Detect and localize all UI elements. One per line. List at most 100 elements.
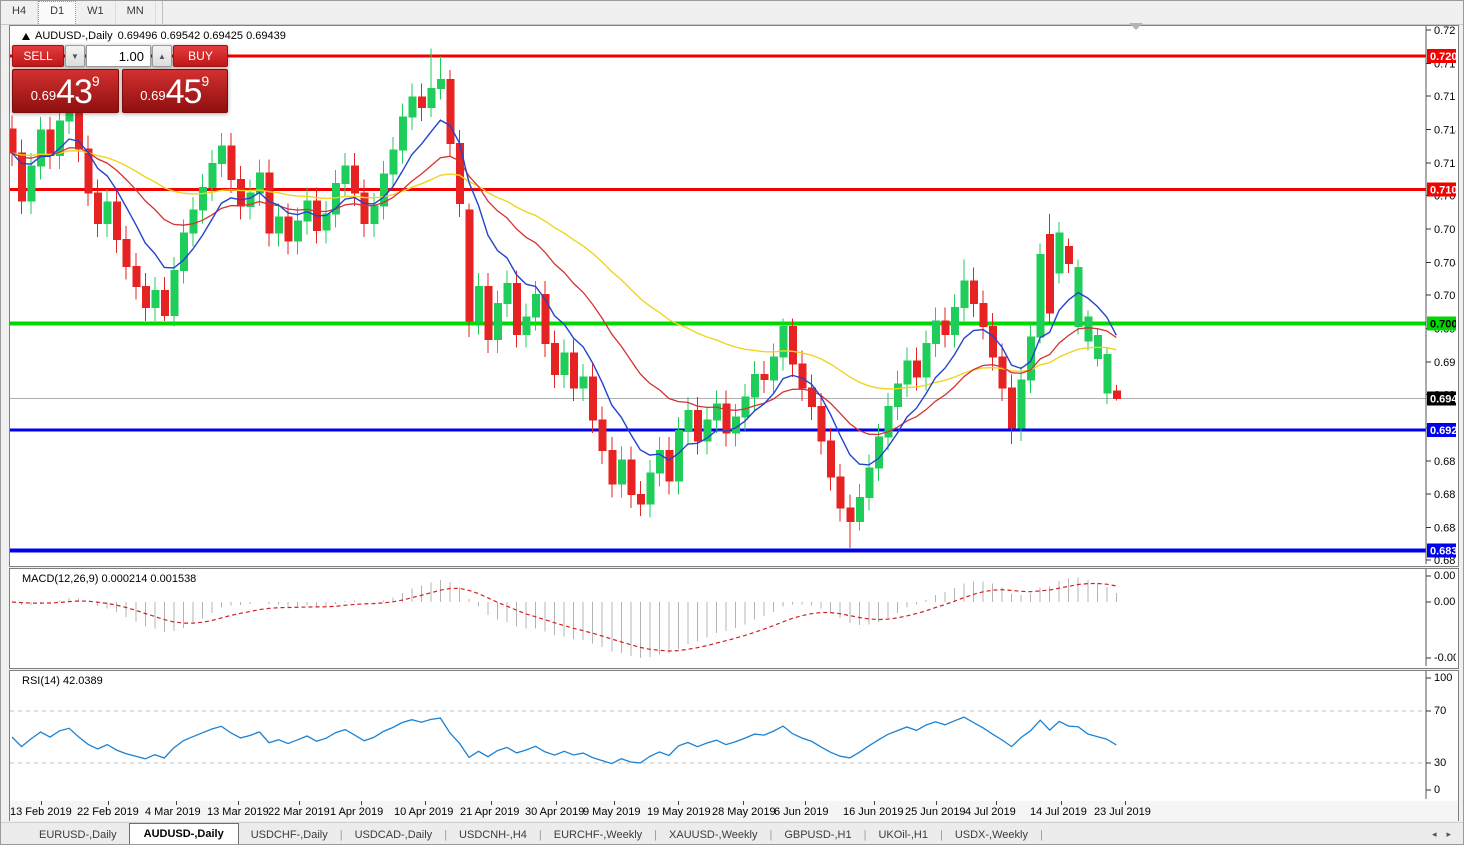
candle-body <box>171 270 178 315</box>
symbol-triangle-icon <box>22 33 30 40</box>
timeframe-mn[interactable]: MN <box>116 1 156 24</box>
candle-body <box>790 326 797 363</box>
candle-body <box>199 188 206 211</box>
rsi-tick-label: 30 <box>1434 757 1446 769</box>
candle-body <box>152 290 159 307</box>
candle-body <box>1047 234 1054 313</box>
symbol-name: AUDUSD-,Daily <box>35 30 113 42</box>
date-tick <box>1125 801 1126 805</box>
price-tick-label: 0.68475 <box>1434 522 1456 534</box>
sell-price-pip-digit: 9 <box>92 74 100 88</box>
volume-increase-button[interactable]: ▲ <box>152 45 172 67</box>
date-label: 6 Jun 2019 <box>774 806 828 818</box>
candle-body <box>628 460 635 495</box>
candle-body <box>475 286 482 321</box>
candle-body <box>38 130 45 166</box>
buy-price-fraction: 0.69 <box>140 83 165 109</box>
chart-shift-marker-icon[interactable] <box>1129 23 1143 30</box>
one-click-trade-panel: SELL ▼ 1.00 ▲ BUY 0.69439 0.69459 <box>12 45 228 113</box>
candle-body <box>47 130 54 155</box>
chart-tab-ukoil-h1[interactable]: UKOil-,H1 <box>866 825 940 845</box>
date-label: 28 May 2019 <box>712 806 776 818</box>
candle-body <box>399 117 406 150</box>
date-tick <box>743 801 744 805</box>
date-tick <box>1061 801 1062 805</box>
chart-tab-eurusd-daily[interactable]: EURUSD-,Daily <box>27 825 129 845</box>
tab-separator: | <box>1040 829 1043 845</box>
timeframe-h4[interactable]: H4 <box>1 1 38 24</box>
chart-tab-usdcad-daily[interactable]: USDCAD-,Daily <box>343 825 445 845</box>
timeframe-toolbar: H4D1W1MN <box>1 1 1464 25</box>
chart-tab-usdchf-daily[interactable]: USDCHF-,Daily <box>239 825 340 845</box>
volume-input[interactable]: 1.00 <box>86 45 151 67</box>
date-label: 13 Mar 2019 <box>207 806 269 818</box>
date-label: 14 Jul 2019 <box>1030 806 1087 818</box>
candle-body <box>218 146 225 163</box>
buy-price-button[interactable]: 0.69459 <box>122 69 229 113</box>
buy-price-big-digits: 45 <box>166 75 202 109</box>
candle-body <box>552 344 559 375</box>
candle-body <box>209 164 216 188</box>
date-tick <box>805 801 806 805</box>
chart-tab-eurchf-weekly[interactable]: EURCHF-,Weekly <box>542 825 654 845</box>
macd-tick-label: -0.005234 <box>1434 652 1456 664</box>
candle-body <box>961 281 968 308</box>
price-tick-label: 0.71705 <box>1434 91 1456 103</box>
candle-body <box>114 202 121 239</box>
date-label: 25 Jun 2019 <box>905 806 966 818</box>
sell-price-big-digits: 43 <box>56 75 92 109</box>
chart-tab-usdcnh-h4[interactable]: USDCNH-,H4 <box>447 825 539 845</box>
hline-price-label: 0.71005 <box>1430 185 1456 197</box>
tab-scroll-right-icon[interactable]: ▸ <box>1446 829 1451 840</box>
sell-button[interactable]: SELL <box>12 45 64 67</box>
rsi-line <box>12 717 1116 764</box>
date-label: 9 May 2019 <box>583 806 640 818</box>
buy-button[interactable]: BUY <box>173 45 228 67</box>
candle-body <box>1085 317 1092 341</box>
candle-body <box>580 377 587 388</box>
candle-body <box>866 468 873 497</box>
candle-body <box>142 286 149 307</box>
candle-body <box>799 364 806 388</box>
chart-tab-audusd-daily[interactable]: AUDUSD-,Daily <box>129 823 239 845</box>
candle-body <box>514 284 521 335</box>
hline-price-label: 0.68300 <box>1430 546 1456 558</box>
rsi-tick-label: 0 <box>1434 784 1440 796</box>
date-axis[interactable]: 13 Feb 201922 Feb 20194 Mar 201913 Mar 2… <box>9 801 1459 821</box>
candle-body <box>647 473 654 504</box>
candle-body <box>694 411 701 442</box>
date-tick <box>556 801 557 805</box>
volume-decrease-button[interactable]: ▼ <box>65 45 85 67</box>
date-label: 22 Feb 2019 <box>77 806 139 818</box>
candle-body <box>780 326 787 357</box>
candle-body <box>980 304 987 327</box>
date-tick <box>936 801 937 805</box>
sell-price-button[interactable]: 0.69439 <box>12 69 119 113</box>
candle-body <box>304 201 311 221</box>
rsi-indicator-panel[interactable]: RSI(14) 42.0389 10070300 <box>9 670 1459 802</box>
chart-tab-gbpusd-h1[interactable]: GBPUSD-,H1 <box>772 825 863 845</box>
chart-tab-xauusd-weekly[interactable]: XAUUSD-,Weekly <box>657 825 769 845</box>
date-label: 16 Jun 2019 <box>843 806 904 818</box>
candle-body <box>818 407 825 442</box>
date-label: 23 Jul 2019 <box>1094 806 1151 818</box>
chart-tab-usdx-weekly[interactable]: USDX-,Weekly <box>943 825 1040 845</box>
timeframe-w1[interactable]: W1 <box>76 1 116 24</box>
current-price-label: 0.69439 <box>1430 394 1456 406</box>
candle-body <box>542 294 549 343</box>
macd-indicator-panel[interactable]: MACD(12,26,9) 0.000214 0.001538 0.002522… <box>9 568 1459 669</box>
candle-body <box>190 210 197 233</box>
date-tick <box>361 801 362 805</box>
timeframe-d1[interactable]: D1 <box>38 1 76 24</box>
main-chart-panel[interactable]: AUDUSD-,Daily 0.69496 0.69542 0.69425 0.… <box>9 25 1459 567</box>
toolbar-separator <box>156 1 163 24</box>
candle-body <box>999 357 1006 388</box>
candle-body <box>28 166 35 201</box>
candle-body <box>856 497 863 521</box>
price-tick-label: 0.68725 <box>1434 489 1456 501</box>
candle-body <box>323 214 330 230</box>
candle-body <box>913 361 920 377</box>
tab-scroll-left-icon[interactable]: ◂ <box>1432 829 1437 840</box>
candle-body <box>666 451 673 482</box>
rsi-tick-label: 100 <box>1434 672 1452 684</box>
